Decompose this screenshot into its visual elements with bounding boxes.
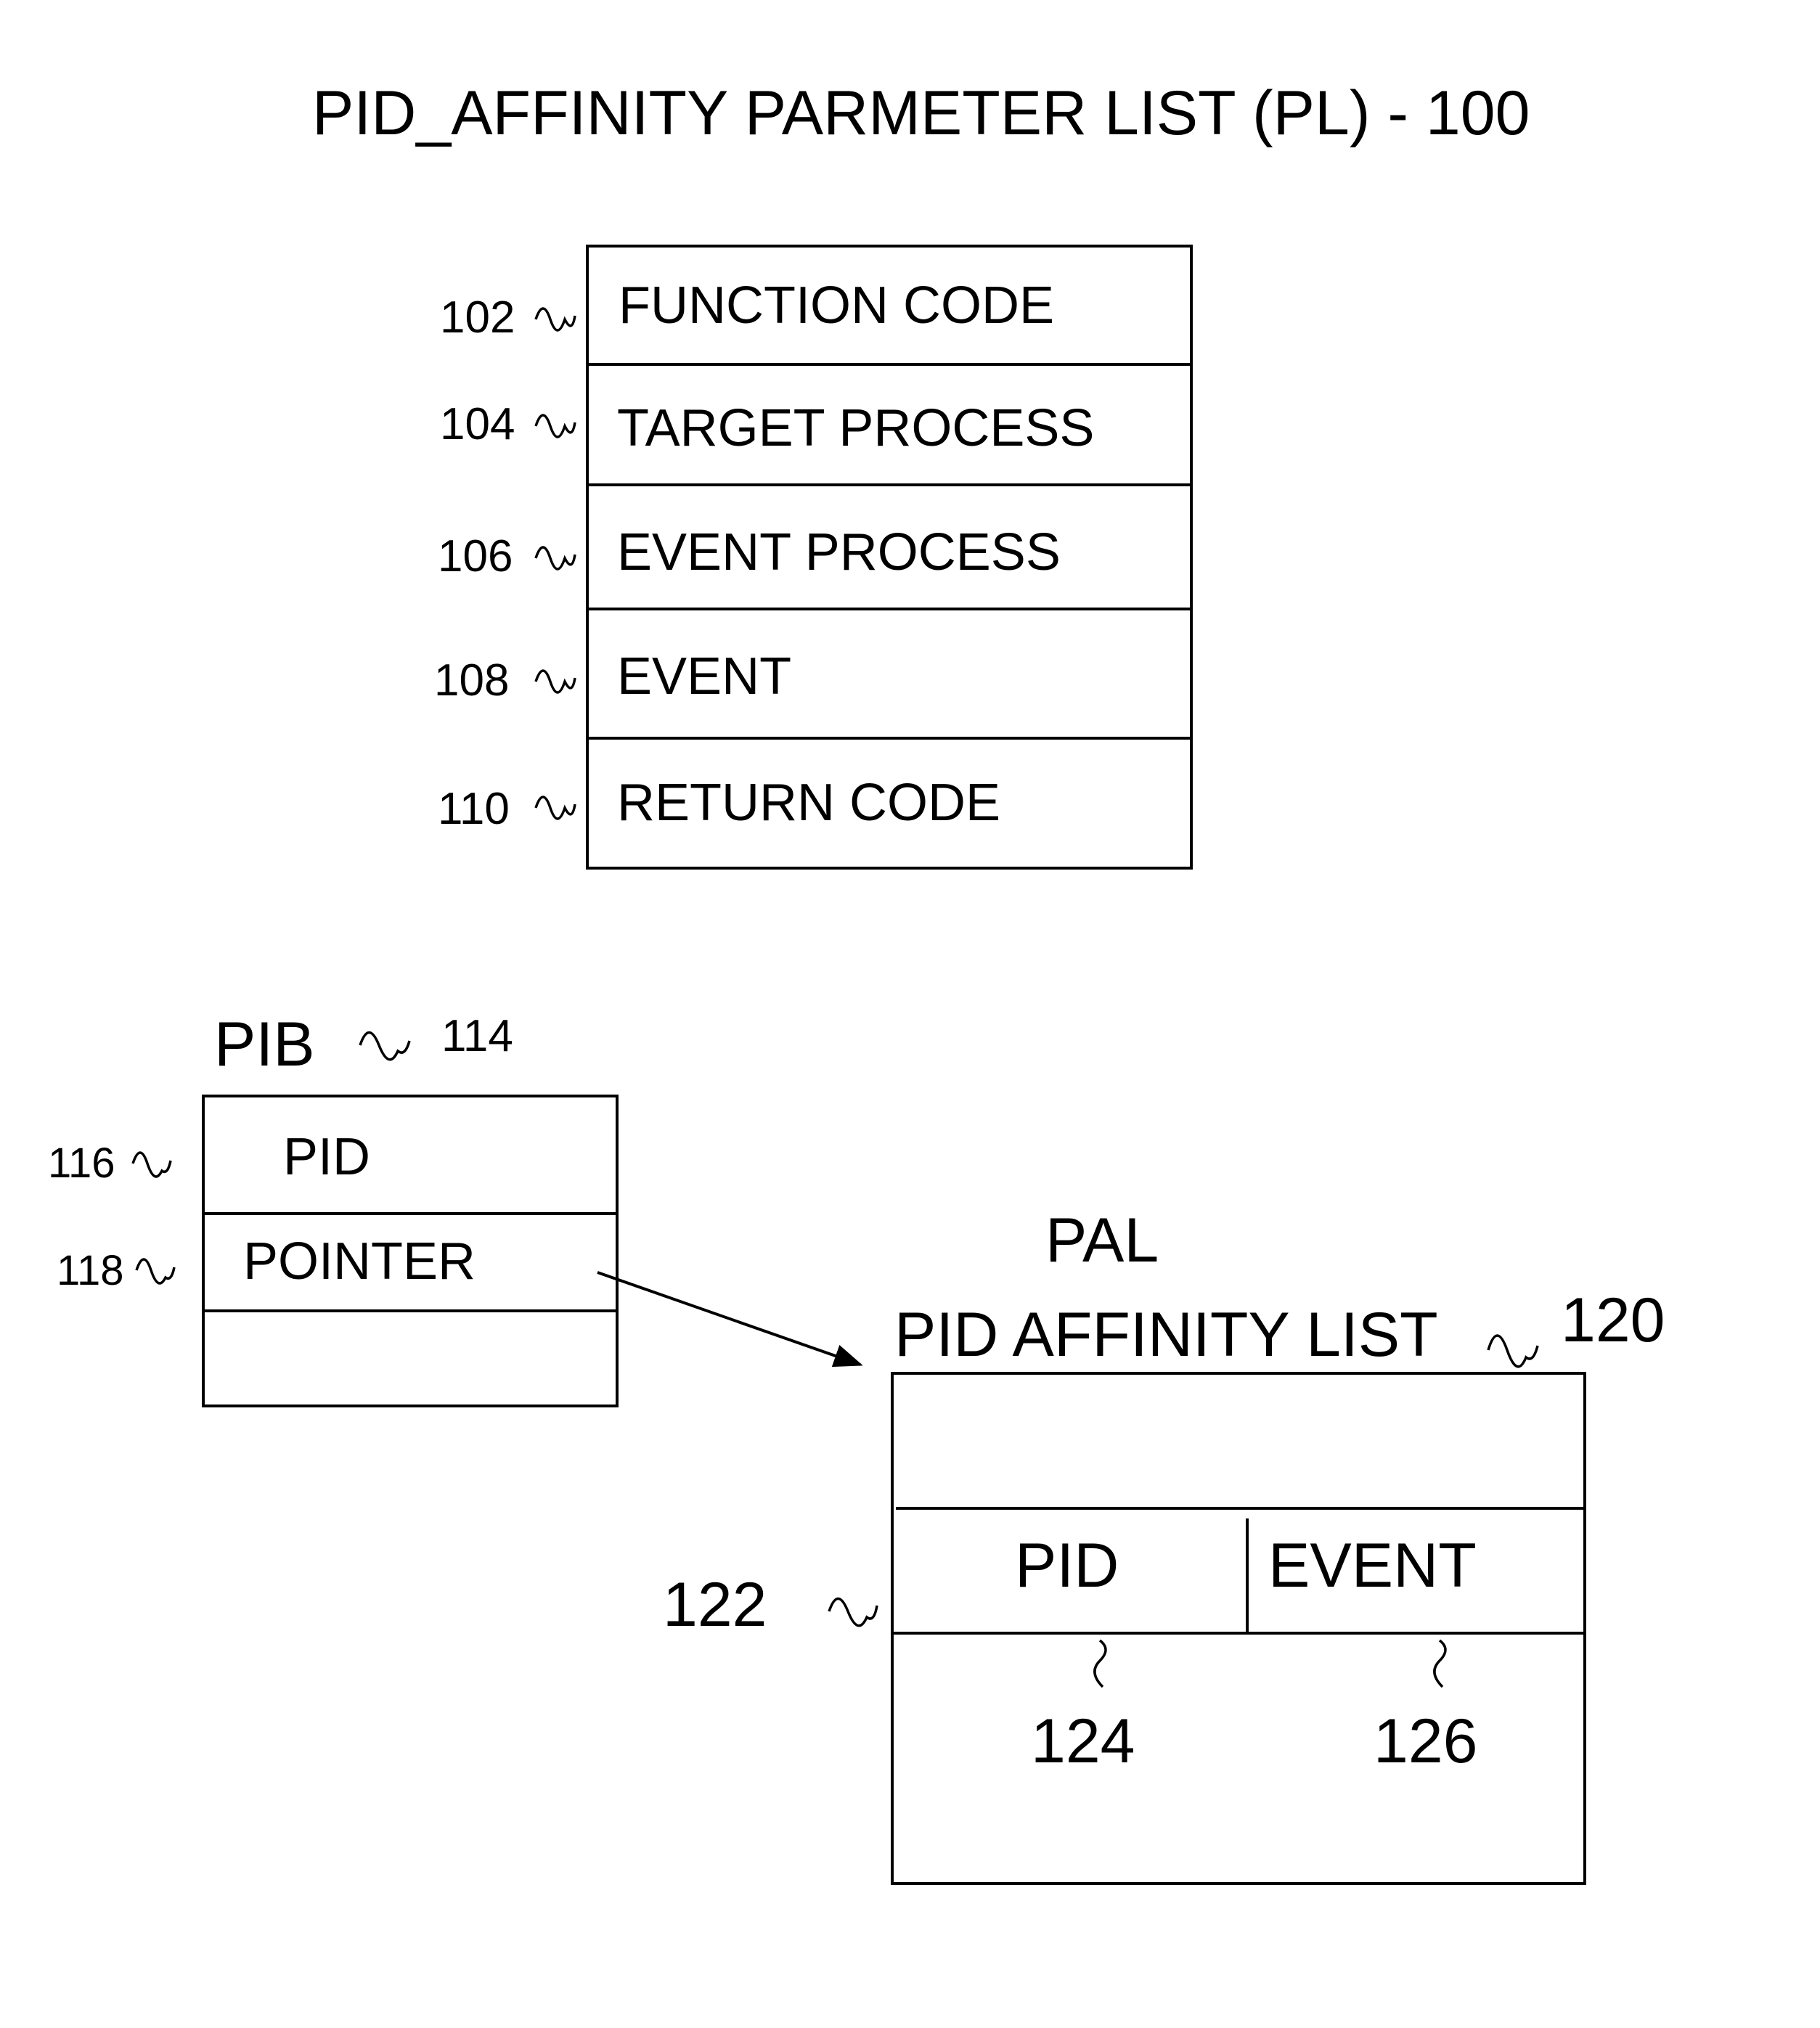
pl-row-target-process: TARGET PROCESS 104 [440, 399, 1094, 457]
pl-row-label: TARGET PROCESS [617, 399, 1094, 457]
squiggle-leader-icon [534, 796, 576, 820]
pal-column-event: EVENT [1268, 1531, 1477, 1600]
pal: PAL PID AFFINITY LIST 120 122 PID EVENT … [663, 1206, 1665, 1885]
pib-row-label: PID [283, 1128, 370, 1186]
pal-column-event-ref: 126 [1374, 1706, 1478, 1776]
squiggle-leader-icon [534, 307, 576, 332]
pal-column-pid-ref: 124 [1031, 1706, 1135, 1776]
pib-title: PIB [214, 1010, 315, 1079]
pl-row-ref: 104 [440, 399, 515, 449]
pib-row-ref: 116 [48, 1140, 115, 1187]
squiggle-leader-icon [534, 669, 576, 694]
pl-row-event-process: EVENT PROCESS 106 [438, 523, 1061, 581]
pal-box [891, 1372, 1586, 1885]
squiggle-leader-icon [135, 1258, 176, 1285]
pl-row-label: EVENT [617, 647, 791, 706]
pib-row-ref: 118 [57, 1247, 123, 1294]
pib: PIB 114 PID 116 POINTER 118 [48, 1010, 619, 1407]
pl-row-label: EVENT PROCESS [617, 523, 1061, 581]
parameter-list: FUNCTION CODE 102 TARGET PROCESS 104 EVE… [434, 245, 1193, 870]
pl-row-ref: 110 [438, 784, 510, 834]
diagram-canvas: PID_AFFINITY PARMETER LIST (PL) - 100 FU… [48, 78, 1665, 1885]
pl-row-ref: 108 [434, 655, 509, 706]
pal-column-pid: PID [1015, 1531, 1119, 1600]
pib-row-label: POINTER [243, 1232, 476, 1291]
pal-entry-ref: 122 [663, 1570, 767, 1640]
pl-row-ref: 102 [440, 293, 515, 343]
squiggle-leader-icon [1487, 1334, 1539, 1368]
pl-row-label: FUNCTION CODE [619, 277, 1054, 335]
pib-ref: 114 [441, 1011, 513, 1061]
pointer-arrow [597, 1271, 863, 1367]
pal-title-line1: PAL [1045, 1206, 1159, 1275]
squiggle-leader-icon [359, 1031, 411, 1061]
pib-row-pointer: POINTER 118 [57, 1232, 476, 1294]
pal-ref: 120 [1561, 1285, 1665, 1355]
pl-row-return-code: RETURN CODE 110 [438, 774, 1000, 834]
figure-title: PID_AFFINITY PARMETER LIST (PL) - 100 [312, 78, 1530, 148]
pal-title-line2: PID AFFINITY LIST [894, 1300, 1438, 1370]
squiggle-leader-icon [131, 1151, 172, 1178]
pl-row-function-code: FUNCTION CODE 102 [440, 277, 1054, 343]
squiggle-leader-icon [828, 1597, 878, 1627]
squiggle-leader-icon [534, 546, 576, 571]
pl-row-ref: 106 [438, 531, 513, 581]
squiggle-leader-icon [534, 414, 576, 438]
pl-row-label: RETURN CODE [617, 774, 1000, 832]
